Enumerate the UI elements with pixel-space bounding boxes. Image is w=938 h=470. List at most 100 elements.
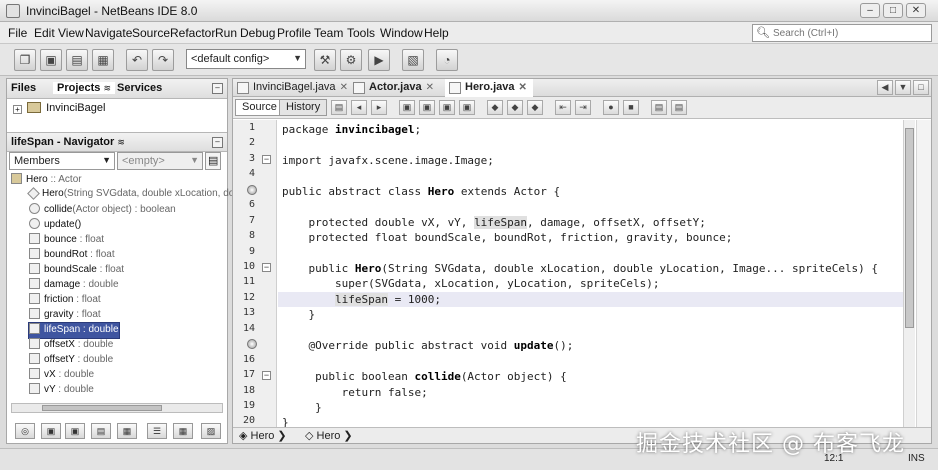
implements-override-icon[interactable]	[247, 339, 257, 349]
fully-qualified-icon[interactable]: ▦	[173, 423, 193, 439]
navigator-member[interactable]: friction : float	[29, 293, 101, 308]
menu-source[interactable]: Source	[132, 26, 170, 40]
forward-icon[interactable]: ▸	[371, 100, 387, 115]
close-button[interactable]: ✕	[906, 3, 926, 18]
error-stripe[interactable]	[916, 120, 931, 427]
fold-collapse-icon[interactable]: −	[262, 155, 271, 164]
code-line[interactable]: }	[278, 307, 903, 322]
navigator-member[interactable]: gravity : float	[29, 308, 101, 323]
breadcrumb-class[interactable]: ◈ Hero ❯	[239, 429, 287, 442]
minimize-button[interactable]: –	[860, 3, 880, 18]
fold-collapse-icon[interactable]: −	[262, 263, 271, 272]
source-button[interactable]: Source	[235, 99, 284, 116]
new-file-icon[interactable]: ❐	[14, 49, 36, 71]
navigator-horizontal-scrollbar[interactable]	[11, 403, 223, 413]
toggle-bookmark-icon[interactable]: ◆	[527, 100, 543, 115]
code-line[interactable]: public boolean collide(Actor object) {	[278, 369, 903, 384]
close-tab-icon[interactable]: ✕	[519, 82, 527, 93]
undo-icon[interactable]: ↶	[126, 49, 148, 71]
search-input[interactable]	[773, 26, 928, 40]
find-previous-icon[interactable]: ▣	[399, 100, 415, 115]
menu-view[interactable]: View	[58, 26, 84, 40]
navigator-member[interactable]: damage : double	[29, 278, 119, 293]
history-button[interactable]: History	[279, 99, 328, 116]
navigator-member[interactable]: offsetX : double	[29, 338, 113, 353]
navigator-member[interactable]: Hero(String SVGdata, double xLocation, d…	[27, 187, 240, 203]
build-hammer-icon[interactable]: ⚒	[314, 49, 336, 71]
find-next-icon[interactable]: ▣	[419, 100, 435, 115]
open-project-icon[interactable]: ▤	[66, 49, 88, 71]
code-line-current[interactable]: lifeSpan = 1000;	[278, 292, 903, 307]
find-selection-icon[interactable]: ▣	[439, 100, 455, 115]
code-line[interactable]: import javafx.scene.image.Image;	[278, 153, 903, 168]
tab-files[interactable]: Files	[11, 82, 36, 94]
menu-run[interactable]: Run	[215, 26, 237, 40]
menu-window[interactable]: Window	[380, 26, 423, 40]
navigator-filter-select[interactable]: <empty> ▼	[117, 152, 203, 170]
profile-project-icon[interactable]: ◔	[436, 49, 458, 71]
breadcrumb-constructor[interactable]: ◇ Hero ❯	[305, 429, 353, 442]
implements-override-icon[interactable]	[247, 185, 257, 195]
close-tab-icon[interactable]: ✕	[340, 82, 348, 93]
tab-list-icon[interactable]: ▼	[895, 80, 911, 95]
minimize-panel-button[interactable]: –	[212, 83, 223, 94]
code-line[interactable]: return false;	[278, 385, 903, 400]
code-line[interactable]: super(SVGdata, xLocation, yLocation, spr…	[278, 276, 903, 291]
code-line[interactable]: @Override public abstract void update();	[278, 338, 903, 353]
navigator-title[interactable]: lifeSpan - Navigator ≋	[11, 136, 125, 148]
toggle-highlight-icon[interactable]: ▣	[459, 100, 475, 115]
menu-edit[interactable]: Edit	[34, 26, 55, 40]
last-edit-icon[interactable]: ▤	[331, 100, 347, 115]
new-project-icon[interactable]: ▣	[40, 49, 62, 71]
expand-icon[interactable]: +	[13, 105, 22, 114]
scroll-left-icon[interactable]: ◀	[877, 80, 893, 95]
sort-by-name-icon[interactable]: ▦	[117, 423, 137, 439]
stop-macro-icon[interactable]: ■	[623, 100, 639, 115]
redo-icon[interactable]: ↷	[152, 49, 174, 71]
minimize-navigator-button[interactable]: –	[212, 137, 223, 148]
close-tab-icon[interactable]: ✕	[426, 82, 434, 93]
start-macro-icon[interactable]: ●	[603, 100, 619, 115]
code-line[interactable]: public abstract class Hero extends Actor…	[278, 184, 903, 199]
navigator-member[interactable]: vX : double	[29, 368, 94, 383]
navigator-options-icon[interactable]: ▤	[205, 152, 221, 170]
comment-icon[interactable]: ▤	[651, 100, 667, 115]
menu-refactor[interactable]: Refactor	[170, 26, 215, 40]
tab-services[interactable]: Services	[117, 82, 162, 94]
code-editor[interactable]: package invincibagel; import javafx.scen…	[278, 120, 903, 429]
shift-right-icon[interactable]: ⇥	[575, 100, 591, 115]
code-line[interactable]	[278, 137, 903, 152]
shift-left-icon[interactable]: ⇤	[555, 100, 571, 115]
menu-debug[interactable]: Debug	[240, 26, 275, 40]
filter-fields-icon[interactable]: ◎	[15, 423, 35, 439]
debug-project-icon[interactable]: ▧	[402, 49, 424, 71]
previous-bookmark-icon[interactable]: ◆	[487, 100, 503, 115]
code-line[interactable]	[278, 168, 903, 183]
code-line[interactable]	[278, 323, 903, 338]
menu-tools[interactable]: Tools	[347, 26, 375, 40]
menu-help[interactable]: Help	[424, 26, 449, 40]
filter-inherited-icon[interactable]: ▤	[91, 423, 111, 439]
maximize-button[interactable]: □	[883, 3, 903, 18]
code-line[interactable]: public Hero(String SVGdata, double xLoca…	[278, 261, 903, 276]
navigator-root[interactable]: Hero :: Actor	[11, 173, 82, 188]
navigator-view-select[interactable]: Members ▼	[9, 152, 115, 170]
navigator-member[interactable]: offsetY : double	[29, 353, 113, 368]
menu-file[interactable]: File	[8, 26, 27, 40]
javadoc-icon[interactable]: ▨	[201, 423, 221, 439]
tab-hero-java[interactable]: Hero.java ✕	[445, 79, 533, 97]
back-icon[interactable]: ◂	[351, 100, 367, 115]
tab-actor-java[interactable]: Actor.java ✕	[349, 79, 440, 97]
tab-invincibagel-java[interactable]: InvinciBagel.javaInvinciBagel.java✕	[233, 79, 354, 97]
navigator-member[interactable]: boundRot : float	[29, 248, 115, 263]
project-node[interactable]: + InvinciBagel	[13, 102, 105, 114]
sort-by-source-icon[interactable]: ☰	[147, 423, 167, 439]
navigator-member[interactable]: boundScale : float	[29, 263, 124, 278]
menu-navigate[interactable]: Navigate	[85, 26, 132, 40]
maximize-editor-icon[interactable]: □	[913, 80, 929, 95]
navigator-member-selected[interactable]: lifeSpan : double	[28, 322, 120, 339]
filter-nonpublic-icon[interactable]: ▣	[65, 423, 85, 439]
scrollbar-thumb[interactable]	[905, 128, 914, 328]
clean-build-icon[interactable]: ⚙	[340, 49, 362, 71]
navigator-member[interactable]: bounce : float	[29, 233, 104, 248]
